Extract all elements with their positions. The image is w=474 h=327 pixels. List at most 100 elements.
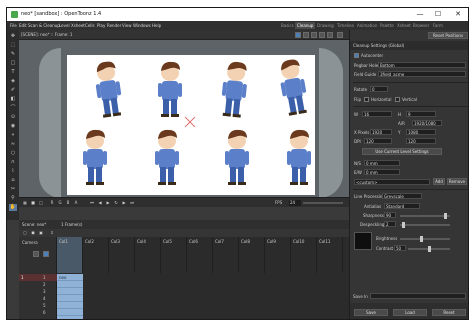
magnet-tool-icon[interactable]: ∩ [9,159,17,166]
scene-viewer[interactable] [19,40,349,197]
hand-tool-icon[interactable]: ✋ [9,204,17,211]
menu-help[interactable]: Help [152,23,161,28]
antialias-select[interactable]: Standard [384,203,420,209]
cutter-tool-icon[interactable]: ✂ [9,186,17,193]
eraser-tool-icon[interactable]: ◧ [9,96,17,103]
dpi-y-field[interactable]: 120 [406,138,436,144]
despeckling-field[interactable]: 2 [384,221,396,227]
fill-tool-icon[interactable]: ◈ [9,78,17,85]
pegbar-holes-select[interactable]: Bottom [378,62,466,68]
brush-tool-icon[interactable]: ✎ [9,51,17,58]
column-header-col3[interactable]: Col3 [109,237,135,273]
field-guide-select[interactable]: 3field_acme [378,71,466,77]
column-header-col10[interactable]: Col10 [291,237,317,273]
sharpness-slider[interactable] [400,215,450,217]
menu-render[interactable]: Render [107,23,121,28]
camera-toggle-icon[interactable] [43,251,49,257]
xsheet-grid[interactable]: Col1 Col2 Col3 Col4 Col5 Col6 Col7 Col8 … [57,237,349,319]
column-header-col9[interactable]: Col9 [265,237,291,273]
room-tab-basics[interactable]: Basics [279,22,296,29]
add-preset-button[interactable]: Add [433,178,445,185]
save-button[interactable]: Save [354,309,388,316]
contrast-slider-handle[interactable] [428,246,431,252]
last-frame-icon[interactable]: ⏭ [129,200,135,206]
animate-tool-icon[interactable]: ✥ [9,33,17,40]
black-bg-icon[interactable]: ■ [30,200,36,206]
room-tab-palette[interactable]: Palette [378,22,396,29]
iron-tool-icon[interactable]: ⌂ [9,177,17,184]
column-header-col7[interactable]: Col7 [213,237,239,273]
flip-vertical-checkbox[interactable] [395,97,400,102]
3d-view-icon[interactable] [303,32,309,38]
level-cell[interactable] [57,309,83,316]
offset-ns-field[interactable]: 0 mm [364,160,400,166]
tape-tool-icon[interactable]: ⌒ [9,105,17,112]
column-header-col11[interactable]: Col11 [317,237,343,273]
pump-tool-icon[interactable]: ○ [9,150,17,157]
reset-positions-button[interactable]: Reset Positions [428,32,468,39]
green-channel-icon[interactable]: G [57,200,63,206]
menu-edit[interactable]: Edit [19,23,27,28]
room-tab-animation[interactable]: Animation [355,22,379,29]
menu-scan-cleanup[interactable]: Scan & Cleanup [28,23,60,28]
menu-windows[interactable]: Windows [133,23,151,28]
play-icon[interactable]: ▶ [105,200,111,206]
bender-tool-icon[interactable]: ⌇ [9,168,17,175]
brightness-slider[interactable] [400,238,450,240]
room-tab-drawing[interactable]: Drawing [315,22,336,29]
preset-select[interactable]: <custom> [354,179,430,185]
offset-ew-field[interactable]: 0 mm [364,169,400,175]
flip-horizontal-checkbox[interactable] [364,97,369,102]
camera-column-icon[interactable] [33,251,39,257]
camera-view-icon[interactable] [295,32,301,38]
paint-brush-tool-icon[interactable]: ✐ [9,87,17,94]
use-current-level-settings-button[interactable]: Use Current Level Settings [362,148,442,155]
maximize-button[interactable]: ☐ [431,9,445,20]
despeckling-slider[interactable] [400,224,450,226]
alpha-channel-icon[interactable]: A [73,200,79,206]
reset-button[interactable]: Reset [432,309,466,316]
rotate-select[interactable]: 0 [370,86,388,92]
column-header-col4[interactable]: Col4 [135,237,161,273]
despeckling-slider-handle[interactable] [402,222,405,228]
fps-slider[interactable] [303,202,343,204]
autocenter-checkbox[interactable] [354,53,359,58]
dpi-x-field[interactable]: 120 [364,138,392,144]
line-processing-select[interactable]: Greyscale [382,193,422,199]
subcamera-preview-icon[interactable] [327,32,333,38]
brightness-slider-handle[interactable] [420,236,423,242]
next-frame-icon[interactable]: ▶ [121,200,127,206]
menu-cells[interactable]: Cells [85,23,95,28]
blue-channel-icon[interactable]: B [65,200,71,206]
ratio-field[interactable]: 1920/1080 [412,120,442,126]
room-tab-browser[interactable]: Browser [411,22,431,29]
menu-view[interactable]: View [122,23,132,28]
level-cell[interactable] [57,295,83,302]
level-cell[interactable] [57,316,83,319]
level-cell[interactable] [57,302,83,309]
column-header-col6[interactable]: Col6 [187,237,213,273]
column-header-col1[interactable]: Col1 [57,237,83,273]
close-button[interactable]: ✕ [451,9,465,20]
geometric-tool-icon[interactable]: □ [9,60,17,67]
contrast-field[interactable]: 50 [394,245,406,251]
minimize-button[interactable]: — [413,9,427,20]
level-cell[interactable] [57,288,83,295]
column-header-col5[interactable]: Col5 [161,237,187,273]
first-frame-icon[interactable]: ⏮ [89,200,95,206]
save-in-field[interactable] [370,293,466,299]
menu-file[interactable]: File [10,23,17,28]
sharpness-slider-handle[interactable] [444,213,447,219]
load-button[interactable]: Load [393,309,427,316]
room-tab-cleanup[interactable]: Cleanup [295,22,316,29]
skeleton-tool-icon[interactable]: ⚲ [9,195,17,202]
width-field[interactable]: 16 [362,111,392,117]
column-header-col2[interactable]: Col2 [83,237,109,273]
control-point-tool-icon[interactable]: ⋄ [9,132,17,139]
reframe-icon[interactable]: ⇕ [49,230,55,236]
red-channel-icon[interactable]: R [49,200,55,206]
viewer-menu-icon[interactable] [337,32,343,38]
new-raster-level-icon[interactable]: ▣ [38,230,44,236]
remove-preset-button[interactable]: Remove [447,178,467,185]
current-frame-row[interactable]: 1 [19,274,57,281]
